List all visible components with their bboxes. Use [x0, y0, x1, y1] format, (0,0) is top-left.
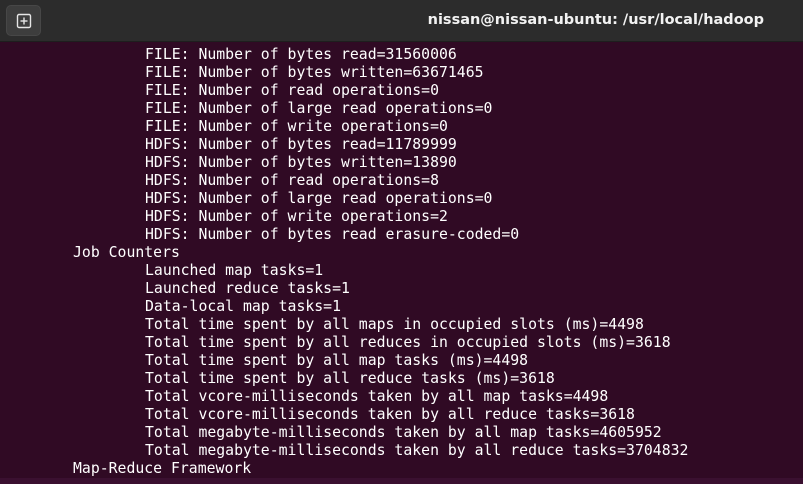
window-title: nissan@nissan-ubuntu: /usr/local/hadoop: [427, 12, 764, 28]
terminal-line: Total time spent by all reduce tasks (ms…: [145, 370, 555, 387]
terminal-line: Total time spent by all map tasks (ms)=4…: [145, 352, 529, 369]
new-tab-button[interactable]: [6, 5, 41, 36]
section-heading-line: Job Counters: [73, 244, 180, 261]
terminal-line: HDFS: Number of bytes read=11789999: [145, 136, 457, 153]
terminal-line: FILE: Number of write operations=0: [145, 118, 448, 135]
terminal-output[interactable]: FILE: Number of bytes read=31560006 FILE:…: [0, 42, 803, 484]
terminal-bottom-edge: [0, 478, 803, 484]
terminal-line: Total megabyte-milliseconds taken by all…: [145, 424, 662, 441]
title-bar: nissan@nissan-ubuntu: /usr/local/hadoop: [0, 0, 803, 42]
terminal-line: Total time spent by all maps in occupied…: [145, 316, 644, 333]
terminal-line: FILE: Number of bytes written=63671465: [145, 64, 484, 81]
terminal-line: Launched reduce tasks=1: [145, 280, 350, 297]
terminal-line: Total vcore-milliseconds taken by all re…: [145, 406, 635, 423]
terminal-line: Data-local map tasks=1: [145, 298, 341, 315]
terminal-line: HDFS: Number of large read operations=0: [145, 190, 493, 207]
terminal-line: Total time spent by all reduces in occup…: [145, 334, 671, 351]
terminal-line: Launched map tasks=1: [145, 262, 324, 279]
terminal-line: Total megabyte-milliseconds taken by all…: [145, 442, 689, 459]
terminal-line: HDFS: Number of read operations=8: [145, 172, 439, 189]
terminal-line: HDFS: Number of write operations=2: [145, 208, 448, 225]
terminal-line: FILE: Number of bytes read=31560006: [145, 46, 457, 63]
new-tab-plus-icon: [16, 13, 31, 28]
terminal-window: nissan@nissan-ubuntu: /usr/local/hadoop …: [0, 0, 803, 484]
terminal-line: FILE: Number of large read operations=0: [145, 100, 493, 117]
terminal-line: Total vcore-milliseconds taken by all ma…: [145, 388, 609, 405]
terminal-line: HDFS: Number of bytes read erasure-coded…: [145, 226, 520, 243]
terminal-line: HDFS: Number of bytes written=13890: [145, 154, 457, 171]
section-heading-line: Map-Reduce Framework: [73, 460, 252, 477]
terminal-line: FILE: Number of read operations=0: [145, 82, 439, 99]
